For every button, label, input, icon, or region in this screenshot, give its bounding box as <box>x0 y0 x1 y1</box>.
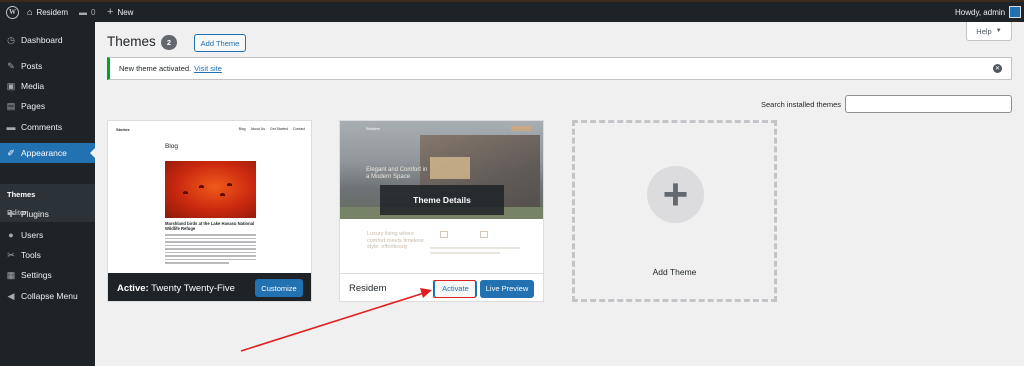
active-prefix: Active: <box>117 282 149 294</box>
new-content-link[interactable]: + New <box>107 4 133 20</box>
sidebar-item-label: Collapse Menu <box>21 291 78 301</box>
users-icon: ● <box>8 230 14 240</box>
sidebar-item-label: Media <box>21 81 45 91</box>
theme-card-active[interactable]: Stories Blog About Us Get Started Contac… <box>107 120 312 302</box>
sidebar-item-collapse[interactable]: ◀ Collapse Menu <box>0 286 95 306</box>
sidebar-item-plugins[interactable]: ✚ Plugins <box>0 204 95 224</box>
sidebar-item-label: Plugins <box>21 209 49 219</box>
screenshot-post-title: Marshland birds at the Lake Havasu Natio… <box>165 221 255 231</box>
add-new-theme-tile[interactable]: + Add Theme <box>572 120 777 302</box>
comment-icon: ▬ <box>6 122 16 132</box>
collapse-icon: ◀ <box>7 290 15 301</box>
visit-site-link[interactable]: Visit site <box>194 64 222 73</box>
plus-icon: + <box>107 6 114 18</box>
sidebar-item-appearance[interactable]: ✐ Appearance <box>0 143 95 163</box>
success-notice: New theme activated. Visit site <box>107 57 1012 80</box>
new-label: New <box>117 7 134 17</box>
sidebar-item-posts[interactable]: ✎ Posts <box>0 56 95 76</box>
help-label: Help <box>976 26 992 36</box>
screenshot-nav: Blog About Us Get Started Contact <box>239 127 305 131</box>
wrench-icon: ✂ <box>7 249 15 260</box>
brush-icon: ✐ <box>7 147 15 158</box>
wordpress-icon: W <box>6 5 19 19</box>
add-theme-button[interactable]: Add Theme <box>194 34 246 52</box>
theme-screenshot: Residem Elegant and Comfort in a Modern … <box>340 121 543 273</box>
bird-shape <box>183 191 188 194</box>
active-theme-name: Twenty Twenty-Five <box>151 282 235 294</box>
page-title: Themes <box>107 34 156 49</box>
theme-card-footer: Active: Twenty Twenty-Five Customize <box>108 273 311 301</box>
sidebar-item-pages[interactable]: ▤ Pages <box>0 96 95 116</box>
live-preview-button[interactable]: Live Preview <box>480 279 534 298</box>
screenshot-nav-item: About Us <box>250 127 266 131</box>
dashboard-icon: ◷ <box>7 34 15 45</box>
theme-screenshot: Stories Blog About Us Get Started Contac… <box>108 121 311 273</box>
screenshot-site-title: Stories <box>116 127 130 132</box>
comments-link[interactable]: ▬ 0 <box>79 4 95 20</box>
dismiss-notice-icon[interactable]: ✕ <box>993 64 1002 73</box>
media-icon: ▣ <box>6 80 16 91</box>
sidebar-item-label: Settings <box>21 270 52 280</box>
theme-name: Active: Twenty Twenty-Five <box>117 283 235 294</box>
pages-icon: ▤ <box>6 100 16 111</box>
wordpress-logo-button[interactable]: W <box>6 4 19 20</box>
screenshot-nav-item: Blog <box>238 127 246 131</box>
screenshot-featured-image <box>165 161 256 218</box>
comment-icon: ▬ <box>79 7 87 17</box>
sidebar-item-dashboard[interactable]: ◷ Dashboard <box>0 30 95 50</box>
admin-sidebar: ◷ Dashboard ✎ Posts ▣ Media ▤ Pages ▬ Co… <box>0 22 95 366</box>
customize-button[interactable]: Customize <box>255 279 303 297</box>
bird-shape <box>220 193 225 196</box>
bird-shape <box>199 185 204 188</box>
sidebar-item-label: Dashboard <box>21 35 63 45</box>
sidebar-item-comments[interactable]: ▬ Comments <box>0 117 95 137</box>
admin-bar: W ⌂ Residem ▬ 0 + New Howdy, admin <box>0 0 1024 22</box>
screenshot-nav-item: Get Started <box>270 127 288 131</box>
home-icon: ⌂ <box>27 7 33 17</box>
my-account-link[interactable]: Howdy, admin <box>955 4 1022 20</box>
search-label: Search installed themes <box>761 100 842 109</box>
submenu-item-themes[interactable]: Themes <box>7 190 35 199</box>
site-name-label: Residem <box>36 7 69 17</box>
sidebar-item-users[interactable]: ● Users <box>0 225 95 245</box>
sidebar-item-label: Appearance <box>21 148 67 158</box>
screenshot-text-lines <box>165 234 256 266</box>
pin-icon: ✎ <box>7 60 15 71</box>
sidebar-item-settings[interactable]: ▦ Settings <box>0 265 95 285</box>
sidebar-item-label: Posts <box>21 61 43 71</box>
sidebar-item-label: Users <box>21 230 44 240</box>
comments-count: 0 <box>91 7 96 17</box>
theme-name: Residem <box>349 283 387 294</box>
add-new-theme-label: Add Theme <box>652 267 697 277</box>
greeting: Howdy, admin <box>955 7 1006 17</box>
settings-icon: ▦ <box>6 269 16 280</box>
sidebar-item-tools[interactable]: ✂ Tools <box>0 245 95 265</box>
admin-bar-top-line <box>0 0 1024 2</box>
theme-details-button[interactable]: Theme Details <box>380 185 504 215</box>
site-name-link[interactable]: ⌂ Residem <box>27 4 68 20</box>
sidebar-item-media[interactable]: ▣ Media <box>0 76 95 96</box>
sidebar-item-label: Tools <box>21 250 41 260</box>
bird-shape <box>227 183 232 186</box>
theme-count-badge: 2 <box>161 35 177 50</box>
search-themes-input[interactable] <box>845 95 1012 113</box>
screenshot-heading: Blog <box>165 143 179 150</box>
plus-icon: + <box>647 166 704 223</box>
theme-card-footer: Residem Activate Live Preview <box>340 273 543 301</box>
sidebar-item-label: Comments <box>21 122 63 132</box>
caret-down-icon: ▼ <box>995 28 1002 34</box>
theme-card-residem[interactable]: Residem Elegant and Comfort in a Modern … <box>339 120 544 302</box>
notice-text: New theme activated. <box>119 64 192 73</box>
activate-button[interactable]: Activate <box>434 279 477 298</box>
avatar <box>1009 6 1022 18</box>
plugin-icon: ✚ <box>7 208 15 219</box>
screenshot-nav-item: Contact <box>292 127 305 131</box>
help-tab-button[interactable]: Help ▼ <box>966 22 1012 41</box>
sidebar-item-label: Pages <box>21 101 46 111</box>
